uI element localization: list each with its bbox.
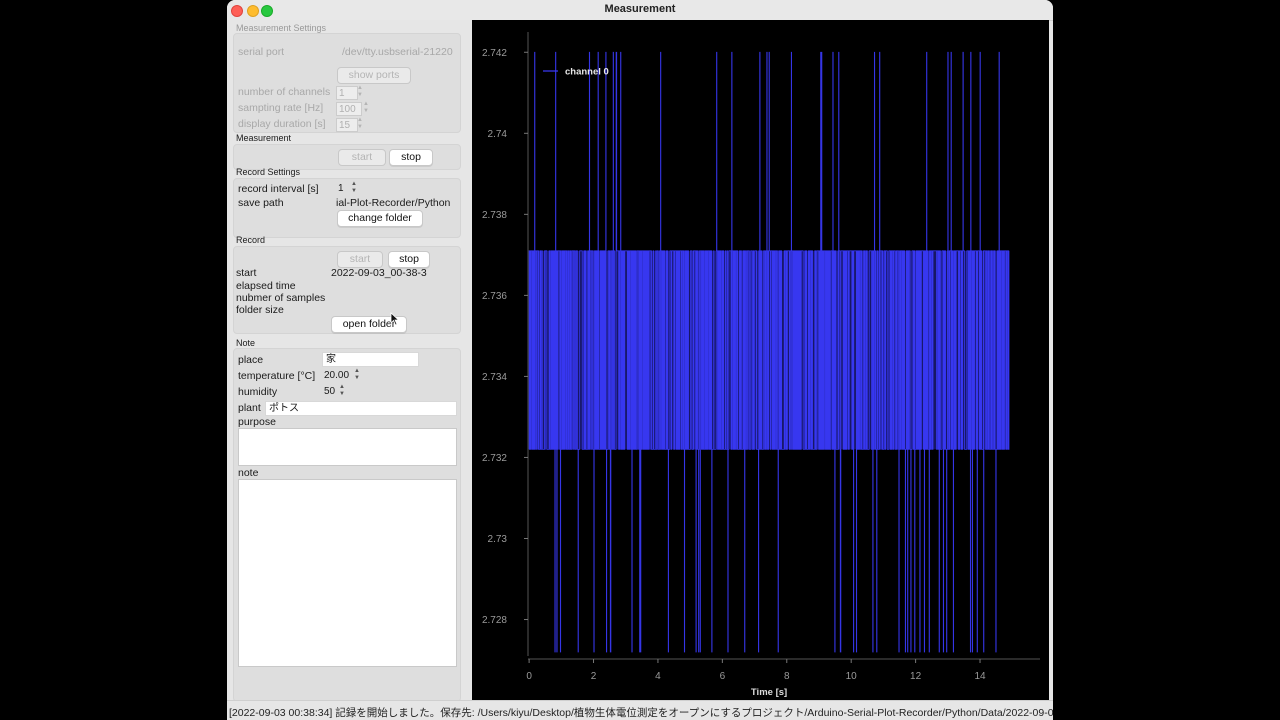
x-tick-label: 4 bbox=[655, 671, 661, 682]
y-tick-label: 2.74 bbox=[488, 129, 508, 140]
measurement-title: Measurement bbox=[236, 133, 292, 143]
record-title: Record bbox=[236, 235, 266, 245]
record-settings-title: Record Settings bbox=[236, 167, 301, 177]
plant-input[interactable]: ポトス bbox=[265, 401, 457, 416]
temperature-label: temperature [°C] bbox=[238, 370, 316, 382]
channels-spinbox[interactable]: 1 ▲ ▼ bbox=[336, 85, 363, 100]
channels-label: number of channels bbox=[238, 86, 331, 98]
measurement-stop-button[interactable]: stop bbox=[389, 149, 433, 166]
plant-label: plant bbox=[238, 402, 261, 414]
serial-port-label: serial port bbox=[238, 46, 285, 58]
place-input[interactable]: 家 bbox=[322, 352, 419, 367]
legend-label-channel-0: channel 0 bbox=[565, 67, 609, 78]
save-path-value: ial-Plot-Recorder/Python bbox=[336, 197, 451, 209]
spin-arrows-icon[interactable]: ▲ ▼ bbox=[353, 368, 361, 382]
x-tick-label: 12 bbox=[910, 671, 922, 682]
display-duration-label: display duration [s] bbox=[238, 118, 326, 130]
signal-line-channel-0 bbox=[528, 51, 1010, 653]
temperature-spinbox[interactable]: 20.00 ▲ ▼ bbox=[322, 368, 360, 382]
spin-arrows-icon[interactable]: ▲ ▼ bbox=[338, 384, 346, 398]
y-tick-label: 2.728 bbox=[482, 615, 507, 626]
purpose-textarea[interactable] bbox=[238, 428, 457, 466]
change-folder-button[interactable]: change folder bbox=[337, 210, 423, 227]
note-title: Note bbox=[236, 338, 256, 348]
y-tick-label: 2.73 bbox=[488, 534, 508, 545]
temperature-value: 20.00 bbox=[324, 370, 350, 381]
x-tick-label: 0 bbox=[526, 671, 532, 682]
humidity-label: humidity bbox=[238, 386, 278, 398]
y-tick-label: 2.742 bbox=[482, 48, 507, 59]
sampling-rate-value: 100 bbox=[336, 102, 362, 116]
record-start-value: 2022-09-03_00-38-3 bbox=[331, 267, 427, 279]
humidity-spinbox[interactable]: 50 ▲ ▼ bbox=[322, 384, 345, 398]
x-tick-label: 6 bbox=[720, 671, 726, 682]
note-group: place 家 temperature [°C] 20.00 ▲ ▼ humidi… bbox=[233, 348, 461, 702]
display-duration-spinbox[interactable]: 15 ▲ ▼ bbox=[336, 117, 363, 132]
control-panel: Measurement Settings serial port /dev/tt… bbox=[227, 20, 472, 702]
record-interval-label: record interval [s] bbox=[238, 183, 319, 195]
measurement-start-button[interactable]: start bbox=[338, 149, 386, 166]
elapsed-time-label: elapsed time bbox=[236, 280, 296, 292]
app-window: Measurement Measurement Settings serial … bbox=[227, 0, 1053, 720]
measurement-settings-title: Measurement Settings bbox=[236, 23, 327, 33]
show-ports-button[interactable]: show ports bbox=[337, 67, 411, 84]
sampling-rate-label: sampting rate [Hz] bbox=[238, 102, 324, 114]
measurement-settings-group: serial port /dev/tty.usbserial-21220 sho… bbox=[233, 33, 461, 133]
folder-size-label: folder size bbox=[236, 304, 284, 316]
status-bar: [2022-09-03 00:38:34] 記録を開始しました。保存先: /Us… bbox=[227, 700, 1053, 720]
signal-chart[interactable]: 2.728 2.73 2.732 2.734 2.736 2.738 2.74 2.742 0 2… bbox=[472, 20, 1049, 700]
save-path-label: save path bbox=[238, 197, 284, 209]
samples-label: nubmer of samples bbox=[236, 292, 326, 304]
y-tick-label: 2.738 bbox=[482, 210, 507, 221]
x-axis-label: Time [s] bbox=[751, 687, 787, 698]
record-interval-spinbox[interactable]: 1 ▲ ▼ bbox=[336, 181, 357, 195]
status-message: [2022-09-03 00:38:34] 記録を開始しました。保存先: /Us… bbox=[229, 707, 1053, 719]
plot-area[interactable]: 2.728 2.73 2.732 2.734 2.736 2.738 2.74 2.742 0 2… bbox=[472, 20, 1049, 700]
channels-value: 1 bbox=[336, 86, 358, 100]
serial-port-value: /dev/tty.usbserial-21220 bbox=[342, 46, 453, 58]
place-label: place bbox=[238, 354, 264, 366]
x-tick-label: 14 bbox=[974, 671, 986, 682]
x-tick-label: 8 bbox=[784, 671, 790, 682]
spin-arrows-icon[interactable]: ▲ ▼ bbox=[356, 117, 364, 131]
record-settings-group: record interval [s] 1 ▲ ▼ save path ial-P… bbox=[233, 178, 461, 238]
y-tick-label: 2.736 bbox=[482, 291, 507, 302]
record-start-label: start bbox=[236, 267, 257, 279]
note-textarea[interactable] bbox=[238, 479, 457, 667]
y-tick-label: 2.734 bbox=[482, 372, 507, 383]
sampling-rate-spinbox[interactable]: 100 ▲ ▼ bbox=[336, 101, 369, 116]
y-tick-label: 2.732 bbox=[482, 453, 507, 464]
purpose-label: purpose bbox=[238, 416, 276, 428]
spin-arrows-icon[interactable]: ▲ ▼ bbox=[356, 85, 364, 99]
x-tick-label: 2 bbox=[591, 671, 597, 682]
record-interval-value: 1 bbox=[338, 183, 344, 194]
record-group: start stop start 2022-09-03_00-38-3 elap… bbox=[233, 246, 461, 334]
spin-arrows-icon[interactable]: ▲ ▼ bbox=[362, 101, 370, 115]
record-start-button[interactable]: start bbox=[337, 251, 383, 268]
note-label: note bbox=[238, 467, 259, 479]
mouse-cursor-icon bbox=[390, 312, 400, 326]
window-title: Measurement bbox=[604, 3, 676, 15]
x-tick-label: 10 bbox=[846, 671, 858, 682]
display-duration-value: 15 bbox=[336, 118, 358, 132]
title-bar: Measurement bbox=[227, 0, 1053, 21]
spin-arrows-icon[interactable]: ▲ ▼ bbox=[350, 181, 358, 195]
record-stop-button[interactable]: stop bbox=[388, 251, 430, 268]
humidity-value: 50 bbox=[324, 386, 336, 397]
